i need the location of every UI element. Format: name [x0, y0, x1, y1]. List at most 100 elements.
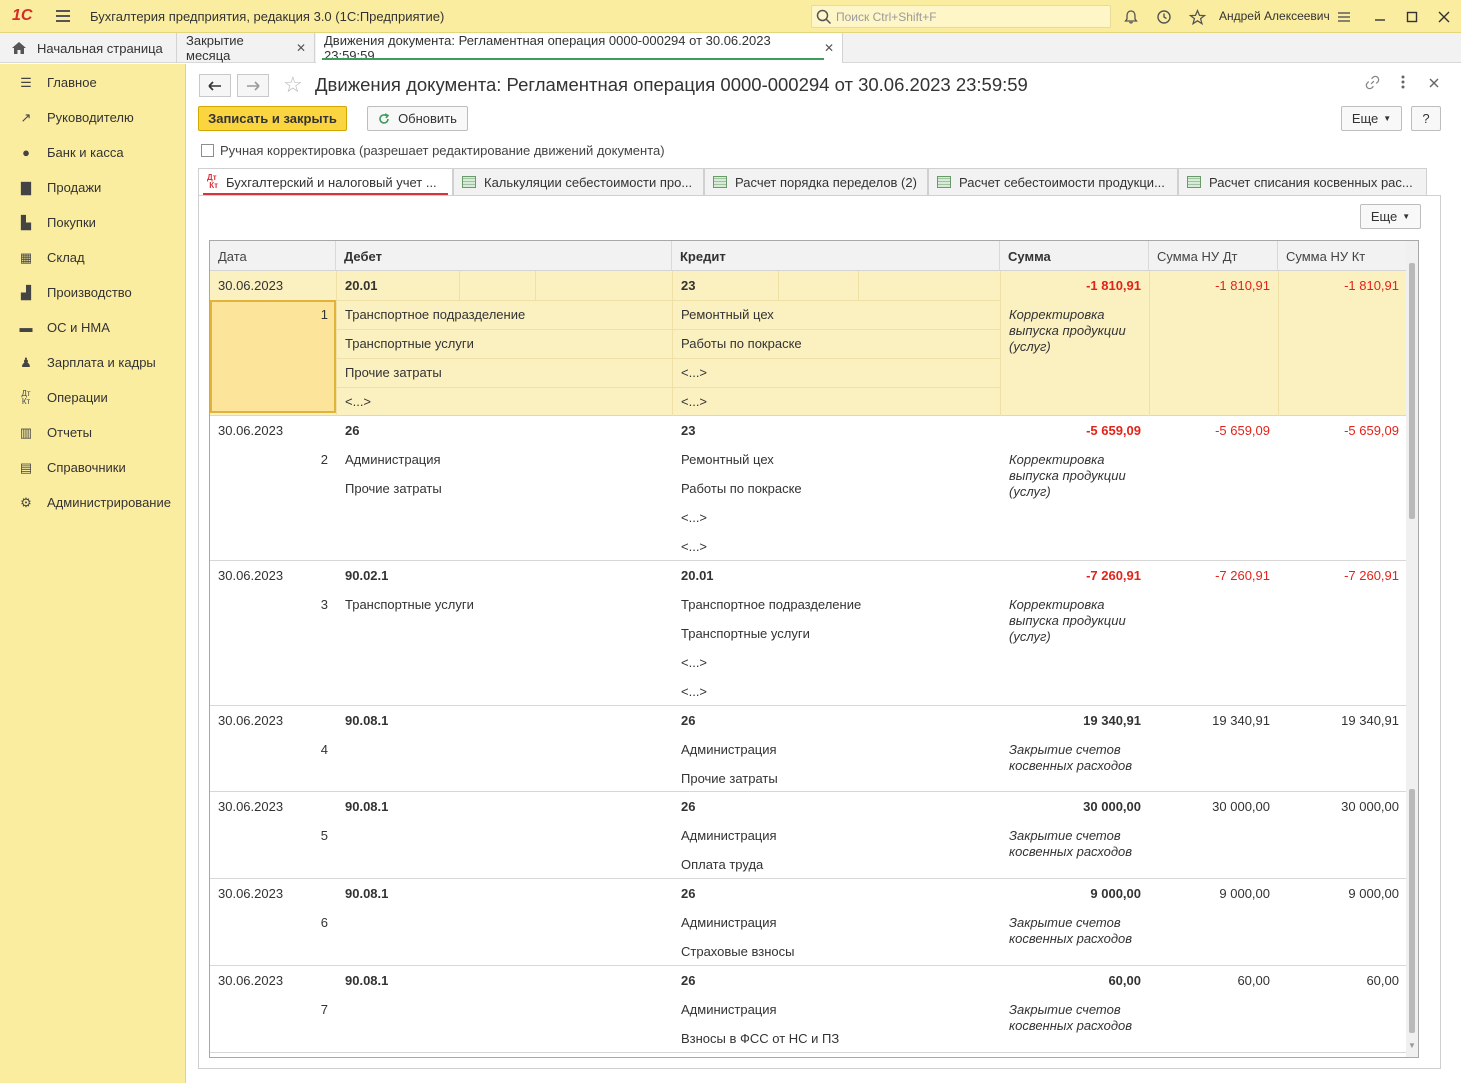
cell-sum-nu-kt: 30 000,00	[1341, 799, 1399, 814]
cell-debit-subconto: Транспортные услуги	[345, 597, 474, 612]
sidebar-item-warehouse[interactable]: ▦ Склад	[0, 240, 186, 275]
tab-home[interactable]: Начальная страница	[0, 33, 177, 63]
truck-icon: ▬	[19, 320, 33, 335]
back-button[interactable]	[199, 74, 231, 97]
column-sum[interactable]: Сумма	[1000, 241, 1149, 271]
cell-sum-nu-dt: -5 659,09	[1215, 423, 1270, 438]
table-scrollbar[interactable]: ▼	[1406, 241, 1418, 1057]
sidebar-item-label: Операции	[47, 390, 108, 405]
sidebar-item-director[interactable]: ↗ Руководителю	[0, 100, 186, 135]
sidebar-item-bank[interactable]: ● Банк и касса	[0, 135, 186, 170]
tab-month-closing[interactable]: Закрытие месяца ✕	[178, 33, 315, 63]
cell-credit-account: 20.01	[681, 568, 714, 583]
cell-credit-subconto: Ремонтный цех	[681, 307, 774, 322]
chevron-down-icon: ▼	[1402, 212, 1411, 221]
sidebar-item-production[interactable]: ▟ Производство	[0, 275, 186, 310]
scroll-down-icon[interactable]: ▼	[1408, 1041, 1416, 1050]
link-icon[interactable]	[1365, 75, 1380, 93]
column-sum-nu-kt[interactable]: Сумма НУ Кт	[1278, 241, 1407, 271]
sidebar-item-purchases[interactable]: ▙ Покупки	[0, 205, 186, 240]
sidebar-item-operations[interactable]: Дт Кт Операции	[0, 380, 186, 415]
cell-credit-account: 26	[681, 713, 696, 728]
settings-menu-icon[interactable]	[1333, 6, 1355, 28]
tab-label: Движения документа: Регламентная операци…	[324, 33, 771, 63]
column-date[interactable]: Дата	[210, 241, 336, 271]
manual-correction-label[interactable]: Ручная корректировка (разрешает редактир…	[220, 143, 665, 158]
table-row[interactable]: 30.06.2023 1 20.01 Транспортное подразделен…	[210, 271, 1407, 416]
table-row[interactable]: 30.06.2023 7 90.08.1 26 Администрация Взносы …	[210, 966, 1407, 1053]
cell-credit-account: 26	[681, 799, 696, 814]
cell-sum: -7 260,91	[1086, 568, 1141, 583]
cell-debit-account: 26	[345, 423, 360, 438]
close-tab-icon[interactable]: ✕	[824, 41, 834, 55]
grid-more-button[interactable]: Еще ▼	[1360, 204, 1421, 229]
cell-credit-subconto: Работы по покраске	[681, 481, 802, 496]
user-name[interactable]: Андрей Алексеевич	[1219, 9, 1330, 23]
favorite-star-icon[interactable]: ☆	[283, 72, 303, 98]
sidebar-item-sales[interactable]: ▇ Продажи	[0, 170, 186, 205]
register-table-icon	[937, 176, 951, 188]
favorites-star-icon[interactable]	[1186, 6, 1208, 28]
sidebar-item-label: Производство	[47, 285, 132, 300]
cell-sum: -5 659,09	[1086, 423, 1141, 438]
scroll-thumb-lower[interactable]	[1409, 789, 1415, 1033]
tab-indirect-costs[interactable]: Расчет списания косвенных рас...	[1178, 168, 1427, 195]
tab-label: Бухгалтерский и налоговый учет ...	[226, 174, 437, 190]
cell-content: Закрытие счетов косвенных расходов	[1009, 828, 1133, 859]
scroll-thumb[interactable]	[1409, 263, 1415, 519]
tab-accounting-tax[interactable]: Дт Кт Бухгалтерский и налоговый учет ...	[198, 168, 453, 195]
sections-sidebar: ☰ Главное ↗ Руководителю ● Банк и касса …	[0, 64, 186, 1083]
tab-product-cost[interactable]: Расчет себестоимости продукци...	[928, 168, 1178, 195]
factory-icon: ▟	[21, 284, 31, 300]
cell-sum-nu-dt: 19 340,91	[1212, 713, 1270, 728]
movements-table: Дата Дебет Кредит Сумма Сумма НУ Дт Сумм…	[209, 240, 1419, 1058]
refresh-button[interactable]: Обновить	[367, 106, 468, 131]
column-credit[interactable]: Кредит	[672, 241, 1000, 271]
close-tab-icon[interactable]: ✕	[296, 41, 306, 55]
app-logo: 1С	[12, 7, 33, 24]
help-button[interactable]: ?	[1411, 106, 1441, 131]
bell-icon[interactable]	[1120, 6, 1142, 28]
manual-correction-checkbox[interactable]	[201, 144, 214, 157]
column-debit[interactable]: Дебет	[336, 241, 672, 271]
chevron-down-icon: ▼	[1383, 114, 1392, 123]
history-icon[interactable]	[1153, 6, 1175, 28]
column-sum-nu-dt[interactable]: Сумма НУ Дт	[1149, 241, 1278, 271]
close-form-icon[interactable]	[1429, 75, 1439, 91]
tab-redistribution-order[interactable]: Расчет порядка переделов (2)	[704, 168, 928, 195]
tab-label: Расчет порядка переделов (2)	[735, 174, 917, 190]
table-row[interactable]: 30.06.2023 4 90.08.1 26 Администрация Прочие …	[210, 706, 1407, 792]
cell-credit-subconto: Прочие затраты	[681, 771, 778, 786]
forward-button[interactable]	[237, 74, 269, 97]
sidebar-item-main[interactable]: ☰ Главное	[0, 65, 186, 100]
table-row[interactable]: 30.06.2023 5 90.08.1 26 Администрация Оплата …	[210, 792, 1407, 879]
cell-sum: -1 810,91	[1086, 278, 1141, 293]
table-row[interactable]: 30.06.2023 6 90.08.1 26 Администрация Страхов…	[210, 879, 1407, 966]
table-row[interactable]: 30.06.2023 2 26 Администрация Прочие затраты…	[210, 416, 1407, 561]
cell-sum-nu-kt: -7 260,91	[1344, 568, 1399, 583]
maximize-icon[interactable]	[1401, 6, 1423, 28]
search-input[interactable]: Поиск Ctrl+Shift+F	[811, 5, 1111, 28]
sidebar-item-fixed-assets[interactable]: ▬ ОС и НМА	[0, 310, 186, 345]
register-table-icon	[713, 176, 727, 188]
sidebar-item-catalogs[interactable]: ▤ Справочники	[0, 450, 186, 485]
more-vertical-icon[interactable]	[1401, 75, 1405, 92]
sidebar-item-administration[interactable]: ⚙ Администрирование	[0, 485, 186, 520]
search-placeholder: Поиск Ctrl+Shift+F	[836, 9, 937, 24]
cell-credit-subconto: Страховые взносы	[681, 944, 795, 959]
sidebar-item-salary[interactable]: ♟ Зарплата и кадры	[0, 345, 186, 380]
tab-document-movements[interactable]: Движения документа: Регламентная операци…	[316, 33, 843, 63]
search-icon	[816, 9, 832, 24]
tab-cost-calculation[interactable]: Калькуляции себестоимости про...	[453, 168, 704, 195]
cell-credit-subconto: Взносы в ФСС от НС и ПЗ	[681, 1031, 840, 1046]
more-actions-button[interactable]: Еще ▼	[1341, 106, 1402, 131]
app-title: Бухгалтерия предприятия, редакция 3.0 (1…	[90, 8, 445, 24]
table-row[interactable]: 30.06.2023 3 90.02.1 Транспортные услуги 20.…	[210, 561, 1407, 706]
close-window-icon[interactable]	[1433, 6, 1455, 28]
sidebar-item-reports[interactable]: ▥ Отчеты	[0, 415, 186, 450]
minimize-icon[interactable]	[1369, 6, 1391, 28]
save-and-close-button[interactable]: Записать и закрыть	[198, 106, 347, 131]
main-menu-icon[interactable]	[56, 10, 76, 22]
cell-debit-account: 90.08.1	[345, 973, 389, 988]
cell-credit-subconto: <...>	[681, 365, 708, 380]
